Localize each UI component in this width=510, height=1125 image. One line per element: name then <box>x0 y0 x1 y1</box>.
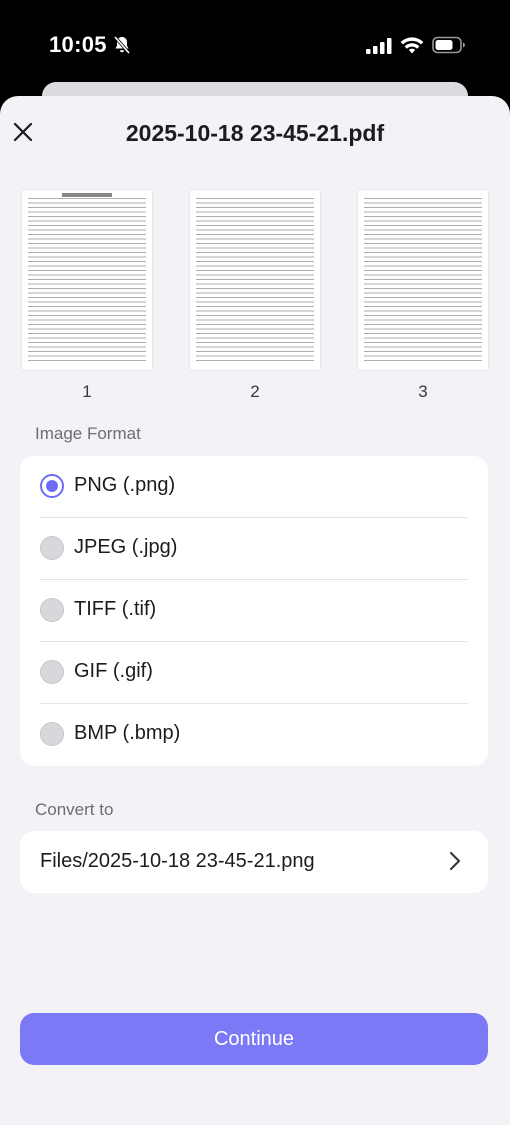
chevron-right-icon <box>449 851 461 871</box>
battery-icon <box>432 36 465 54</box>
export-sheet: 2025-10-18 23-45-21.pdf 1 2 3 Image Form… <box>0 96 510 1125</box>
radio-button[interactable] <box>40 474 64 498</box>
cellular-signal-icon <box>366 38 392 54</box>
bell-slash-icon <box>113 35 131 55</box>
format-option-label: PNG (.png) <box>74 474 176 496</box>
page-thumbnail-3[interactable] <box>358 190 488 370</box>
thumbnail-text-lines <box>364 198 482 362</box>
format-option-label: TIFF (.tif) <box>74 598 157 620</box>
radio-button[interactable] <box>40 660 64 684</box>
thumbnail-heading-line <box>62 193 112 197</box>
wifi-icon <box>400 37 424 54</box>
format-option-label: GIF (.gif) <box>74 660 153 682</box>
radio-button[interactable] <box>40 598 64 622</box>
destination-path: Files/2025-10-18 23-45-21.png <box>40 850 315 872</box>
format-option-gif[interactable]: GIF (.gif) <box>20 642 488 704</box>
format-option-label: BMP (.bmp) <box>74 722 181 744</box>
convert-destination-row[interactable]: Files/2025-10-18 23-45-21.png <box>20 831 488 893</box>
format-option-jpeg[interactable]: JPEG (.jpg) <box>20 518 488 580</box>
page-number-1: 1 <box>82 382 92 401</box>
close-icon <box>13 122 33 142</box>
status-bar: 10:05 <box>0 0 510 86</box>
format-option-label: JPEG (.jpg) <box>74 536 178 558</box>
thumbnail-text-lines <box>28 198 146 362</box>
format-option-bmp[interactable]: BMP (.bmp) <box>20 704 488 766</box>
radio-button[interactable] <box>40 722 64 746</box>
page-title: 2025-10-18 23-45-21.pdf <box>125 120 385 146</box>
convert-to-label: Convert to <box>35 800 114 819</box>
image-format-label: Image Format <box>35 424 141 443</box>
format-option-tiff[interactable]: TIFF (.tif) <box>20 580 488 642</box>
image-format-options: PNG (.png) JPEG (.jpg) TIFF (.tif) GIF (… <box>20 456 488 766</box>
continue-button[interactable]: Continue <box>20 1013 488 1065</box>
format-option-png[interactable]: PNG (.png) <box>20 456 488 518</box>
page-number-3: 3 <box>418 382 428 401</box>
thumbnail-text-lines <box>196 198 314 362</box>
page-thumbnail-1[interactable] <box>22 190 152 370</box>
page-thumbnail-2[interactable] <box>190 190 320 370</box>
close-button[interactable] <box>8 114 38 150</box>
page-number-2: 2 <box>250 382 260 401</box>
radio-button[interactable] <box>40 536 64 560</box>
status-time: 10:05 <box>49 32 107 57</box>
